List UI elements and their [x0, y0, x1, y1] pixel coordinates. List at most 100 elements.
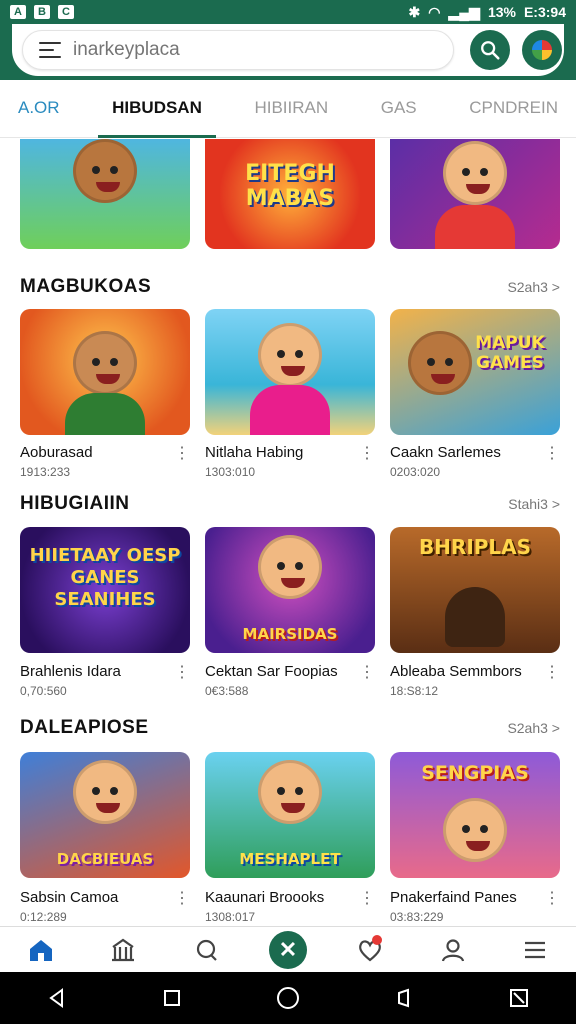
game-row: HIIETAAY OESP GANES SEANIHES MAIRSIDAS B… [20, 527, 560, 653]
more-options-icon[interactable]: ⋮ [174, 891, 190, 907]
game-thumbnail[interactable]: SENGPIAS [390, 752, 560, 878]
more-options-icon[interactable]: ⋮ [544, 665, 560, 681]
search-icon [481, 41, 500, 60]
bottom-navigation: ✕ [0, 926, 576, 972]
status-notification-icons: A B C [10, 5, 74, 19]
tab-aor[interactable]: A.OR [18, 82, 60, 138]
section-title: HIBUGIAIIN [20, 493, 130, 514]
game-row: DACBIEUAS MESHAPLET SENGPIAS [20, 752, 560, 878]
profile-icon[interactable] [433, 932, 473, 968]
thumbnail-title: DACBIEUAS [56, 850, 154, 868]
game-title[interactable]: Aoburasad [20, 444, 190, 461]
game-caption: Caakn Sarlemes 0203:020 ⋮ [390, 444, 560, 479]
thumbnail-title: BHRIPLAS [418, 535, 532, 559]
menu-icon[interactable] [39, 42, 61, 58]
more-options-icon[interactable]: ⋮ [359, 446, 375, 462]
thumbnail-title: EITEGH MABAS [245, 161, 335, 211]
see-all-link[interactable]: S2ah3 > [507, 279, 560, 295]
tab-cpndrein[interactable]: CPNDREIN [469, 82, 558, 138]
screenshot-icon[interactable] [508, 987, 530, 1009]
thumbnail-title: HIIETAAY OESP GANES SEANIHES [29, 545, 181, 610]
system-navigation [0, 972, 576, 1024]
caption-row: Aoburasad 1913:233 ⋮ Nitlaha Habing 1303… [20, 444, 560, 479]
see-all-link[interactable]: Stahi3 > [508, 496, 560, 512]
game-row: MAPUK GAMES [20, 309, 560, 435]
account-avatar[interactable] [522, 30, 562, 70]
game-meta: 0:12:289 [20, 910, 67, 924]
tab-hibudsan[interactable]: HIBUDSAN [98, 82, 216, 138]
section-header: MAGBUKOAS S2ah3 > [20, 276, 560, 298]
category-tabs: A.OR HIBUDSAN HIBIIRAN GAS CPNDREIN [0, 82, 576, 138]
signal-icon: ▂▄▆ [448, 3, 480, 20]
tab-gas[interactable]: GAS [381, 82, 417, 138]
game-title[interactable]: Ableaba Semmbors [390, 663, 560, 680]
character-art [258, 535, 322, 599]
game-meta: 0,70:560 [20, 684, 67, 698]
home-icon[interactable] [21, 932, 61, 968]
game-thumbnail[interactable]: DACBIEUAS [20, 752, 190, 878]
home-circle-icon[interactable] [275, 985, 301, 1011]
game-title[interactable]: Kaaunari Broooks [205, 889, 375, 906]
more-options-icon[interactable]: ⋮ [359, 891, 375, 907]
section-title: MAGBUKOAS [20, 276, 152, 297]
game-thumbnail[interactable] [390, 139, 560, 249]
game-meta: 0€3:588 [205, 684, 249, 698]
caption-row: Brahlenis Idara 0,70:560 ⋮ Cektan Sar Fo… [20, 663, 560, 698]
game-caption: Nitlaha Habing 1303:010 ⋮ [205, 444, 375, 479]
game-meta: 18:S8:12 [390, 684, 439, 698]
see-all-link[interactable]: S2ah3 > [507, 720, 560, 736]
game-thumbnail[interactable]: BHRIPLAS [390, 527, 560, 653]
caption-row: Sabsin Camoa 0:12:289 ⋮ Kaaunari Broooks… [20, 889, 560, 924]
game-title[interactable]: Nitlaha Habing [205, 444, 375, 461]
back-icon[interactable] [46, 987, 68, 1009]
game-meta: 1303:010 [205, 465, 256, 479]
game-meta: 1308:017 [205, 910, 256, 924]
chat-icon[interactable] [186, 932, 226, 968]
battery-text: 13% [487, 4, 516, 20]
game-caption: Pnakerfaind Panes 03:83:229 ⋮ [390, 889, 560, 924]
thumbnail-title: SENGPIAS [421, 762, 529, 784]
app-header [0, 24, 576, 80]
character-art [258, 760, 322, 824]
search-box[interactable] [22, 30, 454, 70]
more-options-icon[interactable]: ⋮ [174, 665, 190, 681]
search-button[interactable] [470, 30, 510, 70]
close-button[interactable]: ✕ [268, 930, 308, 969]
game-thumbnail[interactable]: MESHAPLET [205, 752, 375, 878]
game-thumbnail[interactable]: MAPUK GAMES [390, 309, 560, 435]
search-input[interactable] [73, 39, 413, 61]
game-title[interactable]: Caakn Sarlemes [390, 444, 560, 461]
game-thumbnail[interactable] [20, 139, 190, 249]
character-body [65, 393, 145, 435]
game-title[interactable]: Pnakerfaind Panes [390, 889, 560, 906]
character-art [73, 760, 137, 824]
recent-icon[interactable] [393, 987, 415, 1009]
more-options-icon[interactable]: ⋮ [359, 665, 375, 681]
game-title[interactable]: Cektan Sar Foopias [205, 663, 375, 680]
character-art [73, 139, 137, 203]
game-thumbnail[interactable]: HIIETAAY OESP GANES SEANIHES [20, 527, 190, 653]
character-art [443, 141, 507, 205]
character-body [435, 205, 515, 249]
game-meta: 0203:020 [390, 465, 441, 479]
game-thumbnail[interactable] [205, 309, 375, 435]
game-thumbnail[interactable] [20, 309, 190, 435]
status-bar: A B C ✱ ◠ ▂▄▆ 13% E:3:94 [0, 0, 576, 24]
overview-icon[interactable] [161, 987, 183, 1009]
game-caption: Brahlenis Idara 0,70:560 ⋮ [20, 663, 190, 698]
heart-icon[interactable] [350, 932, 390, 968]
tab-hibiiran[interactable]: HIBIIRAN [254, 82, 328, 138]
store-icon[interactable] [103, 932, 143, 968]
more-options-icon[interactable]: ⋮ [544, 891, 560, 907]
game-caption: Kaaunari Broooks 1308:017 ⋮ [205, 889, 375, 924]
game-thumbnail[interactable]: MAIRSIDAS [205, 527, 375, 653]
more-options-icon[interactable]: ⋮ [544, 446, 560, 462]
section-header: DALEAPIOSE S2ah3 > [20, 717, 560, 739]
more-options-icon[interactable]: ⋮ [174, 446, 190, 462]
game-title[interactable]: Sabsin Camoa [20, 889, 190, 906]
search-card [12, 24, 564, 76]
game-title[interactable]: Brahlenis Idara [20, 663, 190, 680]
game-thumbnail[interactable]: EITEGH MABAS [205, 139, 375, 249]
notification-icon-c: C [58, 5, 74, 19]
menu-icon[interactable] [515, 932, 555, 968]
